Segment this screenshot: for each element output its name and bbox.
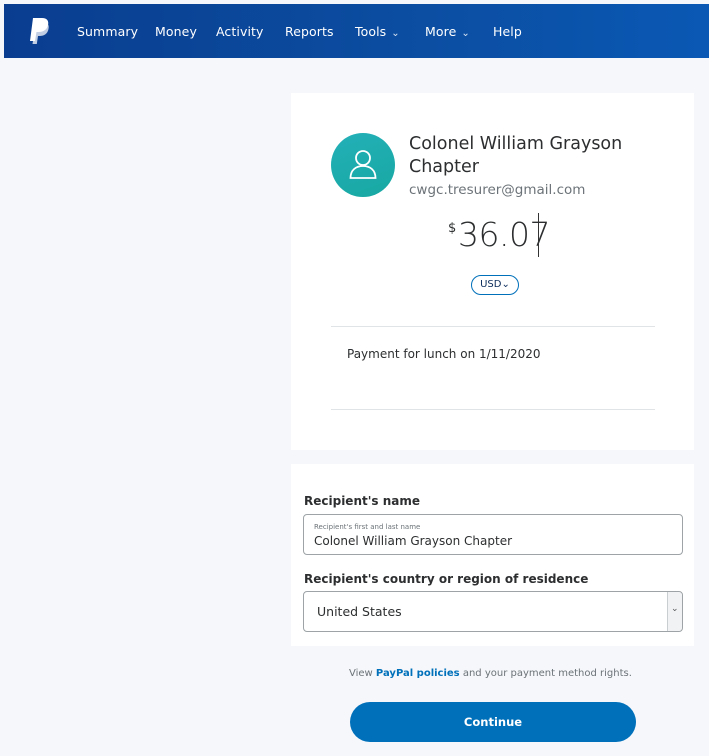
policies-prefix: View [349,668,373,679]
nav-item-more-label: More [425,24,457,39]
country-value: United States [317,604,402,619]
nav-item-help[interactable]: Help [493,22,522,42]
nav-item-more[interactable]: More ⌄ [425,22,470,42]
nav-item-reports[interactable]: Reports [285,22,334,42]
recipient-name-input[interactable]: Recipient's first and last name Colonel … [303,514,683,555]
country-label: Recipient's country or region of residen… [304,572,589,586]
recipient-name-label: Recipient's name [304,494,421,508]
dropdown-toggle[interactable]: ⌄ [667,592,682,631]
policies-suffix: and your payment method rights. [462,668,632,679]
recipient-form-card: Recipient's name Recipient's first and l… [291,464,694,646]
recipient-email: cwgc.tresurer@gmail.com [409,182,586,198]
chevron-down-icon: ⌄ [461,28,470,39]
amount-field[interactable]: $ 36.07 [291,213,694,261]
user-icon [349,150,377,179]
continue-button[interactable]: Continue [350,702,636,742]
currency-code: USD [480,279,502,290]
recipient-avatar [331,133,395,197]
recipient-name: Colonel William Grayson Chapter [409,134,623,177]
paypal-policies-link[interactable]: PayPal policies [376,668,460,679]
chevron-down-icon: ⌄ [391,28,400,39]
currency-dropdown[interactable]: USD⌄ [471,275,519,295]
currency-symbol: $ [448,221,457,236]
nav-item-money[interactable]: Money [155,22,197,42]
policies-text: View PayPal policies and your payment me… [349,668,632,679]
text-caret [538,213,539,257]
divider [331,326,655,327]
recipient-name-value: Colonel William Grayson Chapter [314,534,513,548]
payment-note[interactable]: Payment for lunch on 1/11/2020 [347,347,541,361]
chevron-down-icon: ⌄ [671,604,679,614]
amount-value[interactable]: 36.07 [458,215,550,254]
country-select[interactable]: United States ⌄ [303,591,683,632]
payment-summary-card: Colonel William Grayson Chapter cwgc.tre… [291,93,694,450]
chevron-down-icon: ⌄ [501,279,510,290]
nav-item-tools[interactable]: Tools ⌄ [355,22,400,42]
nav-item-activity[interactable]: Activity [216,22,264,42]
recipient-name-placeholder: Recipient's first and last name [314,523,421,531]
nav-item-tools-label: Tools [355,24,387,39]
top-nav-bar: Summary Money Activity Reports Tools ⌄ Mo… [4,4,709,58]
divider [331,409,655,410]
nav-item-summary[interactable]: Summary [77,22,138,42]
